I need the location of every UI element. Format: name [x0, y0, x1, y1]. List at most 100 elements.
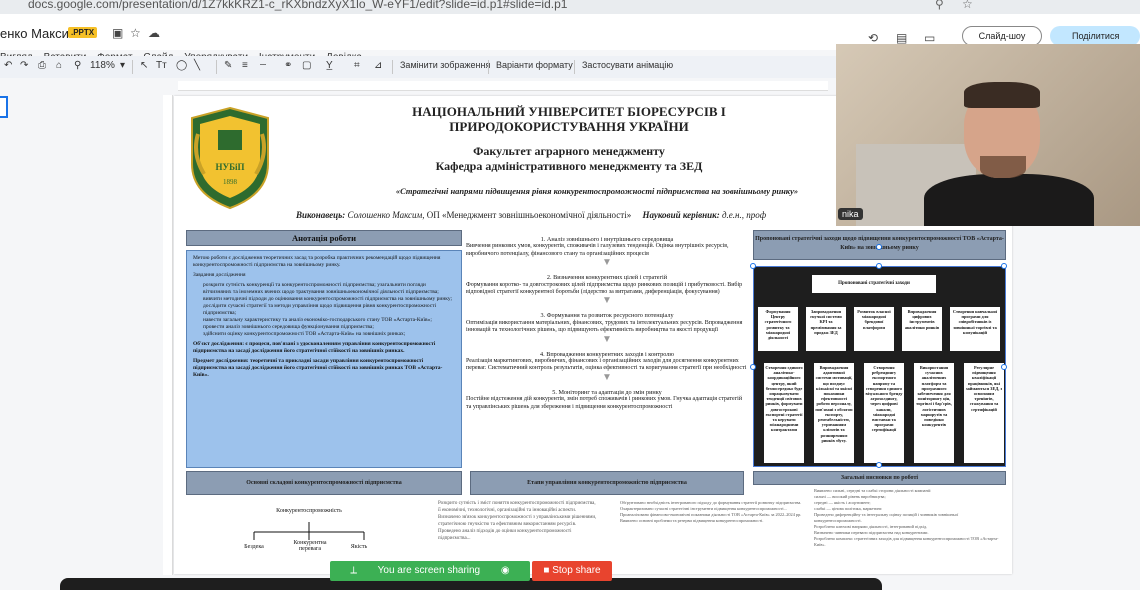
divider [488, 60, 489, 74]
search-icon[interactable]: ⚲ [935, 0, 944, 11]
border-dash-icon[interactable]: ┄ [260, 60, 266, 71]
performer-name: Солошенко Максим, [347, 210, 425, 220]
cloud-status-icon[interactable]: ☁ [148, 26, 160, 40]
resize-handle[interactable] [750, 263, 756, 269]
stages-header: Етапи управління конкурентоспроможністю … [470, 471, 744, 495]
task-item: навести загальну характеристику та аналі… [203, 317, 432, 323]
stages-flow: 1. Аналіз зовнішнього і внутрішнього сер… [466, 230, 748, 411]
star-icon[interactable]: ☆ [962, 0, 973, 11]
vertical-ruler[interactable] [163, 95, 173, 575]
divider [132, 60, 133, 74]
list-item: Проведено диференційну та інтегральну оц… [814, 512, 959, 523]
mask-image-icon[interactable]: ⊿ [374, 60, 382, 71]
crop-icon[interactable]: ⌗ [354, 60, 360, 71]
resize-handle[interactable] [1001, 364, 1007, 370]
annotation-subject: Предмет дослідження: теоретичні та прикл… [193, 358, 443, 378]
tree-lines [253, 522, 365, 540]
link-icon[interactable]: ⚭ [284, 60, 292, 71]
resize-handle[interactable] [1001, 263, 1007, 269]
horizontal-ruler[interactable] [178, 81, 828, 91]
proposed-measures-diagram[interactable]: Пропоновані стратегічні заходи Формуванн… [753, 266, 1006, 467]
arrow-down-icon: ▼ [602, 257, 612, 269]
task-item: провести аналіз зовнішнього середовища ф… [203, 324, 374, 330]
annotation-object: Об'єкт дослідження: є процеси, пов'язані… [193, 341, 436, 354]
undo-icon[interactable]: ↶ [4, 60, 12, 71]
divider [574, 60, 575, 74]
resize-handle[interactable] [750, 364, 756, 370]
paint-format-icon[interactable]: ⌂ [56, 60, 62, 71]
screen-sharing-indicator: ⟂ You are screen sharing ◉ [330, 561, 530, 581]
file-type-badge: .PPTX [68, 27, 98, 38]
slide-thumbnail[interactable] [0, 96, 8, 118]
zoom-icon[interactable]: ⚲ [74, 60, 81, 71]
resize-handle[interactable] [876, 263, 882, 269]
text-format-icon[interactable]: Y̲ [326, 60, 333, 71]
proposed-title-box: Пропоновані стратегічні заходи [812, 275, 936, 293]
logo-text: НУБіП [215, 162, 244, 172]
task-item: вивчити методичні підходи до оцінювання … [203, 296, 453, 302]
pin-icon[interactable]: ⟂ [350, 565, 357, 576]
step-title: 2. Визначення конкурентних цілей і страт… [546, 274, 668, 282]
print-icon[interactable]: ⎙ [38, 60, 46, 71]
step-text: Вивчення ринкових умов, конкурентів, спо… [466, 243, 729, 257]
proposed-measures-panel[interactable]: Пропоновані стратегічні заходи щодо підв… [750, 230, 1007, 468]
measure-box-bottom: Використання сучасних аналітичних платфо… [914, 363, 954, 463]
slideshow-button[interactable]: Слайд-шоу [962, 26, 1042, 46]
history-icon[interactable]: ⟲ [868, 31, 878, 45]
step-text: Оптимізація використання матеріальних, ф… [466, 319, 743, 334]
measure-box-bottom: Впровадження адаптивної системи мотиваці… [814, 363, 854, 463]
shape-icon[interactable]: ◯ [176, 60, 187, 71]
annotation-goal: Метою роботи є дослідження теоретичних з… [193, 255, 441, 268]
share-button[interactable]: Поділитися [1050, 26, 1140, 46]
border-weight-icon[interactable]: ≡ [242, 60, 248, 71]
tree-root: Конкурентоспроможність [276, 508, 342, 514]
measure-box-top: Створення навчальної програми для співро… [950, 307, 1000, 351]
format-options-button[interactable]: Варіанти формату [496, 60, 573, 70]
meet-icon[interactable]: ▭ [924, 31, 935, 45]
chevron-down-icon[interactable]: ▾ [120, 60, 125, 71]
cursor-icon[interactable]: ↖ [140, 60, 148, 71]
document-title[interactable]: енко Максим [0, 26, 78, 41]
text-box-icon[interactable]: Tт [156, 60, 167, 71]
url-text[interactable]: docs.google.com/presentation/d/1Z7kkKRZ1… [28, 0, 567, 11]
university-name: НАЦІОНАЛЬНИЙ УНІВЕРСИТЕТ БІОРЕСУРСІВ І П… [412, 104, 726, 134]
tree-leaf-right: Якість [350, 544, 368, 550]
replace-image-button[interactable]: Замінити зображення [400, 60, 490, 70]
animate-button[interactable]: Застосувати анімацію [582, 60, 673, 70]
task-item: дослідити сучасні стратегії та методи уп… [203, 303, 437, 316]
step-text: Постійне відстеження дій конкурентів, зм… [466, 396, 743, 410]
sharing-label: You are screen sharing [377, 565, 481, 576]
resize-handle[interactable] [876, 462, 882, 468]
supervisor-name: д.е.н., проф [721, 210, 767, 220]
task-item: розкрити сутність конкуренції та конкуре… [203, 282, 439, 295]
comment-icon[interactable]: ▤ [896, 31, 907, 45]
stage-items-list: Розкрито сутність і зміст поняття конкур… [438, 500, 598, 542]
redo-icon[interactable]: ↷ [20, 60, 28, 71]
factors-header: Основні складові конкурентоспроможності … [186, 471, 462, 495]
star-icon[interactable]: ☆ [130, 26, 141, 40]
step-text: Формування коротко- та довгострокових ці… [466, 281, 743, 296]
folder-move-icon[interactable]: ▣ [112, 26, 123, 40]
supervisor-label: Науковий керівник: [642, 210, 720, 220]
conclusions-mid-list: Обґрунтовано необхідність інтегрованого … [620, 500, 810, 524]
competitiveness-tree: Конкурентоспроможність Бездека Конкурент… [234, 508, 374, 568]
list-item: Розкрито сутність і зміст поняття конкур… [438, 501, 596, 513]
shield-icon: ◉ [500, 565, 510, 576]
zoom-level[interactable]: 118% [90, 60, 115, 71]
share-label: Поділитися [1072, 31, 1120, 41]
add-comment-icon[interactable]: ▢ [302, 60, 311, 71]
participant-video-tile[interactable]: nika [836, 44, 1140, 226]
stop-share-label: Stop share [552, 565, 601, 576]
browser-address-bar[interactable]: docs.google.com/presentation/d/1Z7kkKRZ1… [0, 0, 1140, 14]
participant-name: nika [838, 208, 863, 220]
pen-icon[interactable]: ✎ [224, 60, 232, 71]
measure-box-top: Запровадження гнучкої системи KPI та пре… [806, 307, 846, 351]
stop-share-button[interactable]: ■ Stop share [532, 561, 612, 581]
list-item: Виявлено основні проблеми та резерви під… [620, 518, 764, 523]
line-icon[interactable]: ╲ [194, 60, 200, 71]
participant-beard [980, 156, 1026, 178]
rotate-handle[interactable] [876, 244, 882, 250]
list-item: Розроблено комплекс стратегічних заходів… [814, 536, 999, 547]
program-name: ОП «Менеджмент зовнішньоекономічної діял… [426, 210, 632, 220]
performer-label: Виконавець: [296, 210, 346, 220]
